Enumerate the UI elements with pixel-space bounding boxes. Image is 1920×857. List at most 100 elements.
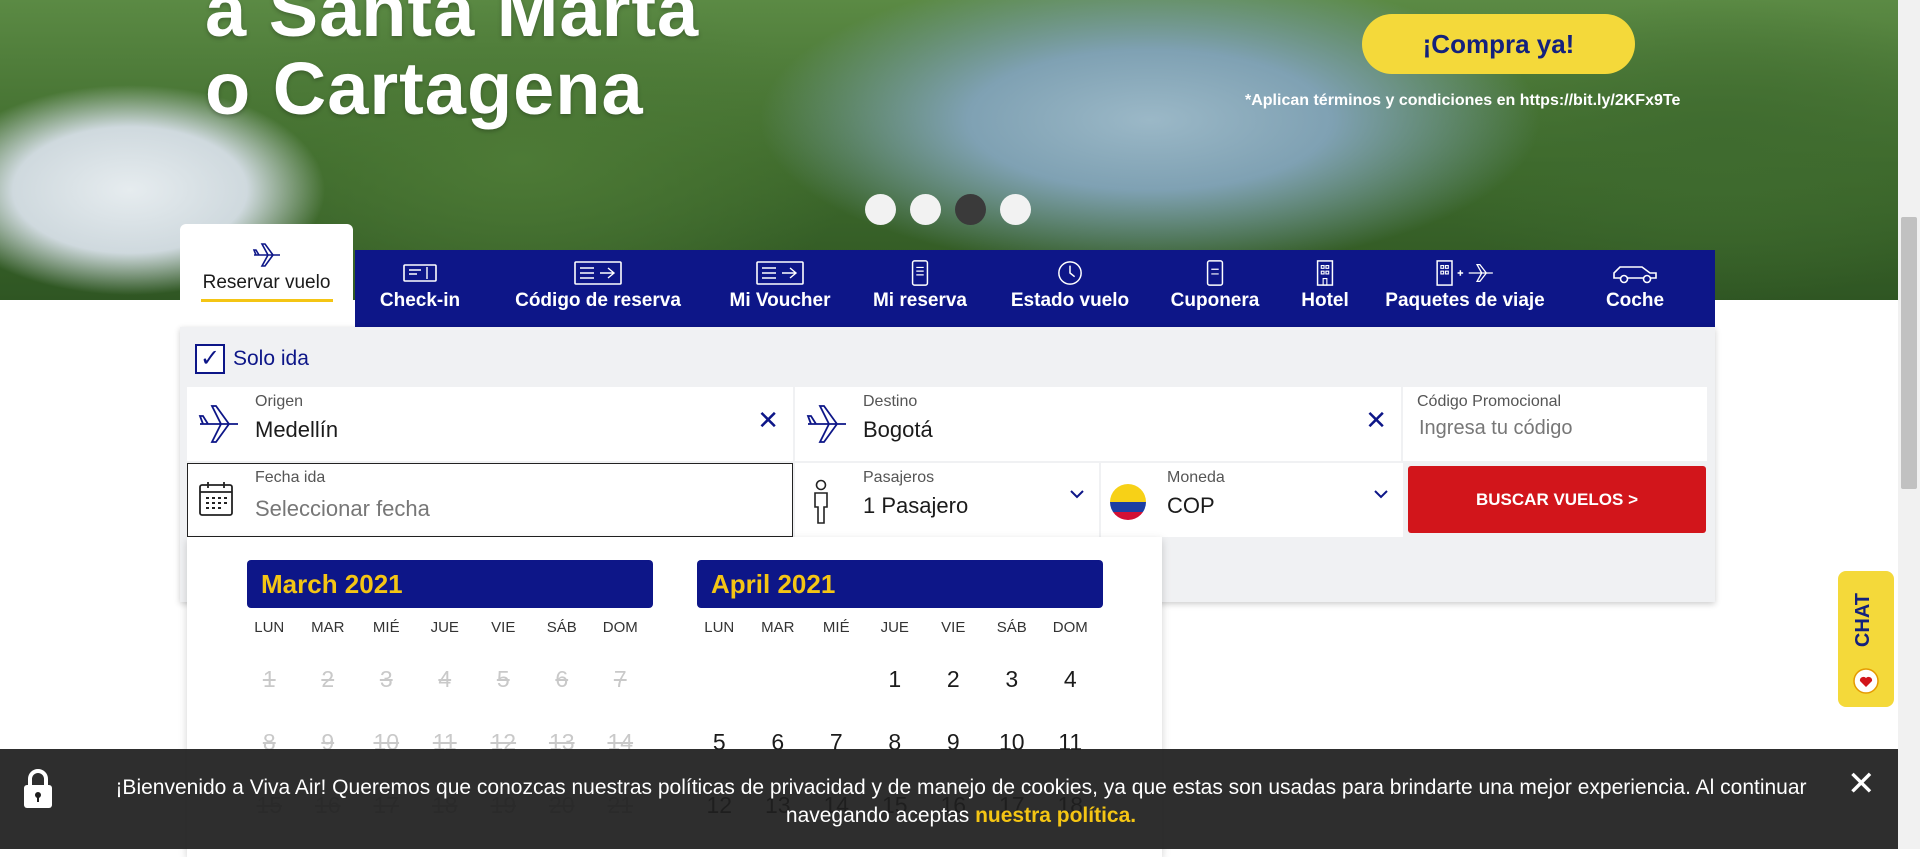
hotel-plus-plane-icon xyxy=(1436,260,1493,286)
calendar-icon xyxy=(199,482,233,516)
plane-icon xyxy=(252,243,280,267)
calendar-day[interactable]: 3 xyxy=(983,659,1042,722)
moneda-label: Moneda xyxy=(1167,469,1225,486)
destino-field[interactable]: Destino Bogotá ✕ xyxy=(795,387,1401,461)
cookie-message: ¡Bienvenido a Viva Air! Queremos que con… xyxy=(115,776,1807,827)
promo-placeholder: Ingresa tu código xyxy=(1419,417,1573,439)
cookie-text: ¡Bienvenido a Viva Air! Queremos que con… xyxy=(76,774,1846,830)
tab-label: Código de reserva xyxy=(515,290,681,311)
chat-button[interactable]: CHAT xyxy=(1838,571,1894,707)
boarding-pass-icon xyxy=(403,264,437,282)
destino-label: Destino xyxy=(863,393,918,410)
weekday-header: LUN MAR MIÉ JUE VIE SÁB DOM xyxy=(240,619,650,636)
checkbox-check-icon[interactable]: ✓ xyxy=(195,344,225,374)
terms-text: *Aplican términos y condiciones en https… xyxy=(1245,92,1681,109)
phone-ticket-icon xyxy=(911,260,929,286)
tab-check-in[interactable]: Check-in xyxy=(355,250,485,327)
calendar-day-disabled: 1 xyxy=(262,666,276,692)
weekday-label: MAR xyxy=(761,619,795,636)
weekday-label: JUE xyxy=(880,619,909,636)
lock-icon xyxy=(24,769,52,808)
calendar-day-disabled: 4 xyxy=(438,666,452,692)
solo-ida-checkbox[interactable]: ✓ Solo ida xyxy=(195,344,309,374)
origen-label: Origen xyxy=(255,393,304,410)
weekday-label: LUN xyxy=(704,619,735,636)
privacy-policy-link[interactable]: nuestra política. xyxy=(975,804,1136,827)
close-icon[interactable]: ✕ xyxy=(1847,767,1876,801)
tab-mi-voucher[interactable]: Mi Voucher xyxy=(710,250,850,327)
calendar-day-disabled: 3 xyxy=(379,666,393,692)
fecha-ida-label: Fecha ida xyxy=(255,469,326,486)
buy-now-button[interactable]: ¡Compra ya! xyxy=(1362,14,1635,74)
chat-label: CHAT xyxy=(1852,593,1874,648)
month-title: April 2021 xyxy=(711,569,836,599)
tab-cuponera[interactable]: Cuponera xyxy=(1150,250,1280,327)
tab-label: Hotel xyxy=(1301,290,1349,311)
weekday-label: MIÉ xyxy=(822,619,850,636)
weekday-label: JUE xyxy=(430,619,459,636)
month-header: April 2021 xyxy=(697,560,1103,608)
tab-label: Mi reserva xyxy=(872,290,967,311)
phone-coupon-icon xyxy=(1206,260,1224,286)
tab-bar: Check-in Código de reserva Mi Voucher Mi… xyxy=(355,250,1715,327)
carousel-dots xyxy=(865,194,1031,225)
tab-label: Reservar vuelo xyxy=(202,272,331,293)
promo-label: Código Promocional xyxy=(1417,393,1562,410)
car-icon xyxy=(1613,266,1657,284)
voucher-icon xyxy=(756,261,804,285)
carousel-dot-active[interactable] xyxy=(955,194,986,225)
tab-reservar-vuelo[interactable]: Reservar vuelo xyxy=(180,224,353,328)
fecha-ida-placeholder: Seleccionar fecha xyxy=(255,496,430,521)
moneda-field[interactable]: Moneda COP xyxy=(1101,463,1403,537)
weekday-label: VIE xyxy=(941,619,966,636)
person-icon xyxy=(814,479,828,524)
cookie-banner: ¡Bienvenido a Viva Air! Queremos que con… xyxy=(0,749,1898,849)
tab-label: Coche xyxy=(1605,290,1665,311)
pasajeros-value: 1 Pasajero xyxy=(863,493,969,518)
month-title: March 2021 xyxy=(261,569,403,599)
search-flights-button[interactable]: BUSCAR VUELOS > xyxy=(1408,466,1706,533)
weekday-label: DOM xyxy=(602,619,638,636)
carousel-dot[interactable] xyxy=(865,194,896,225)
active-tab-indicator xyxy=(200,299,333,302)
tab-coche[interactable]: Coche xyxy=(1580,250,1690,327)
calendar-day-disabled: 6 xyxy=(555,666,569,692)
calendar-day-disabled: 2 xyxy=(321,666,335,692)
tab-hotel[interactable]: Hotel xyxy=(1285,250,1365,327)
chevron-down-icon[interactable] xyxy=(1069,489,1085,499)
carousel-dot[interactable] xyxy=(1000,194,1031,225)
weekday-label: LUN xyxy=(254,619,285,636)
hero-headline: a Santa Marta o Cartagena xyxy=(205,0,699,128)
pasajeros-field[interactable]: Pasajeros 1 Pasajero xyxy=(795,463,1099,537)
calendar-day[interactable]: 4 xyxy=(1041,659,1100,722)
destino-value: Bogotá xyxy=(863,417,933,442)
weekday-label: VIE xyxy=(491,619,516,636)
plane-icon xyxy=(806,405,846,443)
tab-paquetes-viaje[interactable]: Paquetes de viaje xyxy=(1370,250,1560,327)
chevron-down-icon[interactable] xyxy=(1373,489,1389,499)
hotel-icon xyxy=(1316,260,1334,286)
clear-destino-icon[interactable]: ✕ xyxy=(1365,407,1387,433)
fecha-ida-field[interactable]: Fecha ida Seleccionar fecha xyxy=(187,463,793,537)
tab-codigo-reserva[interactable]: Código de reserva xyxy=(488,250,708,327)
tab-label: Mi Voucher xyxy=(729,290,831,311)
promo-code-field[interactable]: Código Promocional Ingresa tu código xyxy=(1403,387,1707,461)
hero-headline-line1: a Santa Marta xyxy=(205,0,700,52)
tab-mi-reserva[interactable]: Mi reserva xyxy=(855,250,985,327)
tab-label: Paquetes de viaje xyxy=(1385,290,1545,311)
calendar-day[interactable]: 2 xyxy=(924,659,983,722)
solo-ida-label: Solo ida xyxy=(233,347,309,370)
weekday-label: MAR xyxy=(311,619,345,636)
ticket-icon xyxy=(574,261,622,285)
month-header: March 2021 xyxy=(247,560,653,608)
weekday-header: LUN MAR MIÉ JUE VIE SÁB DOM xyxy=(690,619,1100,636)
tab-estado-vuelo[interactable]: Estado vuelo xyxy=(995,250,1145,327)
origen-field[interactable]: Origen Medellín ✕ xyxy=(187,387,793,461)
carousel-dot[interactable] xyxy=(910,194,941,225)
clear-origen-icon[interactable]: ✕ xyxy=(757,407,779,433)
calendar-day[interactable]: 1 xyxy=(866,659,925,722)
scrollbar-thumb[interactable] xyxy=(1901,217,1917,489)
tab-label: Check-in xyxy=(379,290,461,311)
weekday-label: SÁB xyxy=(546,619,577,636)
hero-headline-line2: o Cartagena xyxy=(205,47,644,130)
